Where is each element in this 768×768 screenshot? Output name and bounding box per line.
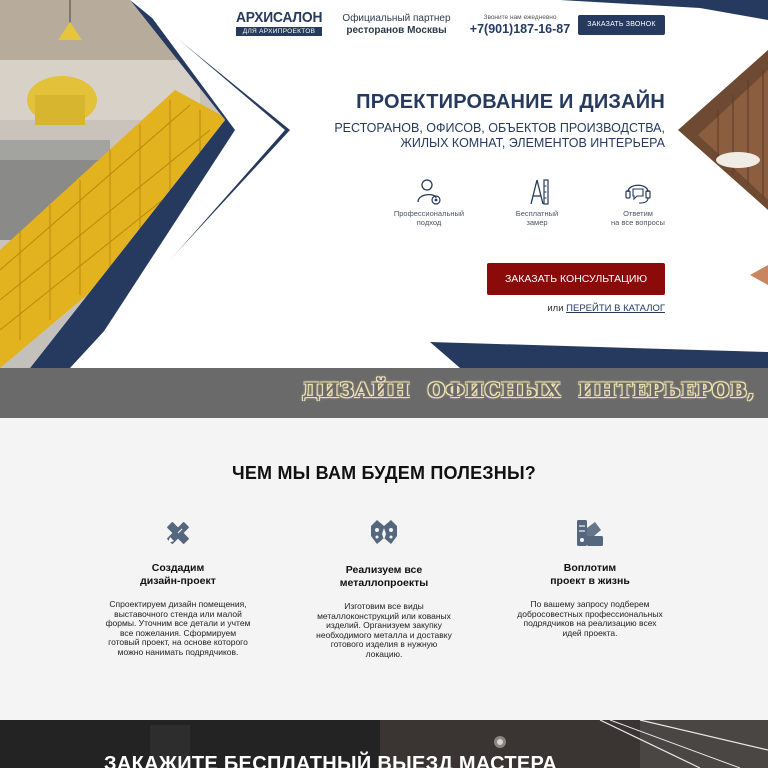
feature-answers: Ответим на все вопросы (593, 178, 683, 227)
benefit-3-title1: Воплотим (563, 562, 617, 574)
hero-section: АРХИСАЛОН ДЛЯ АРХИПРОЕКТОВ Официальный п… (0, 0, 768, 368)
phone-number-link[interactable]: +7(901)187-16-87 (468, 22, 572, 36)
hero-subtitle-line2: ЖИЛЫХ КОМНАТ, ЭЛЕМЕНТОВ ИНТЕРЬЕРА (400, 136, 665, 150)
support-chat-icon (625, 184, 651, 204)
logo-subtitle: ДЛЯ АРХИПРОЕКТОВ (236, 27, 322, 36)
partner-line2: ресторанов Москвы (346, 25, 447, 36)
order-consultation-button[interactable]: ЗАКАЗАТЬ КОНСУЛЬТАЦИЮ (487, 263, 665, 295)
pencil-ruler-icon (167, 522, 189, 544)
hero-subtitle-line1: РЕСТОРАНОВ, ОФИСОВ, ОБЪЕКТОВ ПРОИЗВОДСТВ… (334, 121, 665, 135)
benefit-2-title1: Реализуем все (345, 564, 423, 576)
benefit-implement-project: Воплотим проект в жизнь По вашему запрос… (514, 518, 666, 638)
benefit-1-title2: дизайн-проект (140, 575, 216, 587)
benefit-2-line: локацию. (365, 648, 403, 659)
feature-answers-line2: на все вопросы (611, 218, 665, 227)
free-visit-section: ЗАКАЖИТЕ БЕСПЛАТНЫЙ ВЫЕЗД МАСТЕРА (0, 720, 768, 768)
site-logo[interactable]: АРХИСАЛОН ДЛЯ АРХИПРОЕКТОВ (236, 10, 322, 36)
benefit-2-text: Изготовим все виды металлоконструкций ил… (310, 601, 458, 660)
catalog-link[interactable]: ПЕРЕЙТИ В КАТАЛОГ (566, 303, 665, 314)
benefit-2-title2: металлопроекты (339, 577, 429, 589)
catalog-row: или ПЕРЕЙТИ В КАТАЛОГ (487, 303, 665, 314)
benefit-1-line: можно нанимать подрядчиков. (117, 646, 239, 657)
benefits-title: ЧЕМ МЫ ВАМ БУДЕМ ПОЛЕЗНЫ? (232, 463, 536, 483)
free-visit-title: ЗАКАЖИТЕ БЕСПЛАТНЫЙ ВЫЕЗД МАСТЕРА (104, 753, 558, 768)
benefit-3-line: идей проекта. (562, 627, 618, 638)
hero-interior-image (0, 0, 290, 368)
phone-label: Звоните нам ежедневно (483, 14, 557, 21)
phone-block: Звоните нам ежедневно +7(901)187-16-87 (468, 14, 572, 36)
ruler-icon (530, 179, 549, 205)
partner-info: Официальный партнер ресторанов Москвы (330, 13, 463, 37)
benefit-design-project: Создадим дизайн-проект Спроектируем диза… (100, 518, 256, 658)
logo-title: АРХИСАЛОН (236, 9, 323, 26)
benefits-section: ЧЕМ МЫ ВАМ БУДЕМ ПОЛЕЗНЫ? Создадим дизай… (0, 418, 768, 720)
benefit-3-title2: проект в жизнь (550, 575, 630, 587)
benefit-3-text: По вашему запросу подберем добросовестны… (514, 599, 666, 638)
marquee-band: ДИЗАЙН ОФИСНЫХ ИНТЕРЬЕРОВ, РЕСТОРАНОВ, В… (0, 368, 768, 418)
metal-ornament-icon (371, 520, 397, 544)
feature-answers-line1: Ответим (623, 209, 653, 218)
feature-professional: Профессиональный подход (384, 178, 474, 227)
benefit-1-title1: Создадим (151, 562, 205, 574)
swatches-icon (577, 520, 603, 546)
feature-free-measure-line2: замер (526, 218, 548, 227)
feature-free-measure-line1: Бесплатный (515, 209, 559, 218)
feature-professional-line2: подход (416, 218, 442, 227)
benefit-metal-projects: Реализуем все металлопроекты Изготовим в… (310, 518, 458, 660)
hero-restaurant-image (678, 50, 768, 285)
catalog-prefix: или (547, 303, 564, 314)
partner-line1: Официальный партнер (342, 13, 451, 24)
marquee-text: ДИЗАЙН ОФИСНЫХ ИНТЕРЬЕРОВ, РЕСТОРАНОВ, В… (302, 378, 768, 402)
feature-professional-line1: Профессиональный (393, 209, 465, 218)
order-call-button[interactable]: ЗАКАЗАТЬ ЗВОНОК (578, 15, 665, 35)
feature-free-measure: Бесплатный замер (492, 178, 582, 227)
hero-title: ПРОЕКТИРОВАНИЕ И ДИЗАЙН (356, 91, 665, 113)
hero-bottom-stripe (430, 342, 768, 368)
hero-subtitle: РЕСТОРАНОВ, ОФИСОВ, ОБЪЕКТОВ ПРОИЗВОДСТВ… (300, 121, 665, 151)
benefit-1-text: Спроектируем дизайн помещения, выставочн… (100, 599, 256, 658)
user-gear-icon (417, 179, 441, 205)
